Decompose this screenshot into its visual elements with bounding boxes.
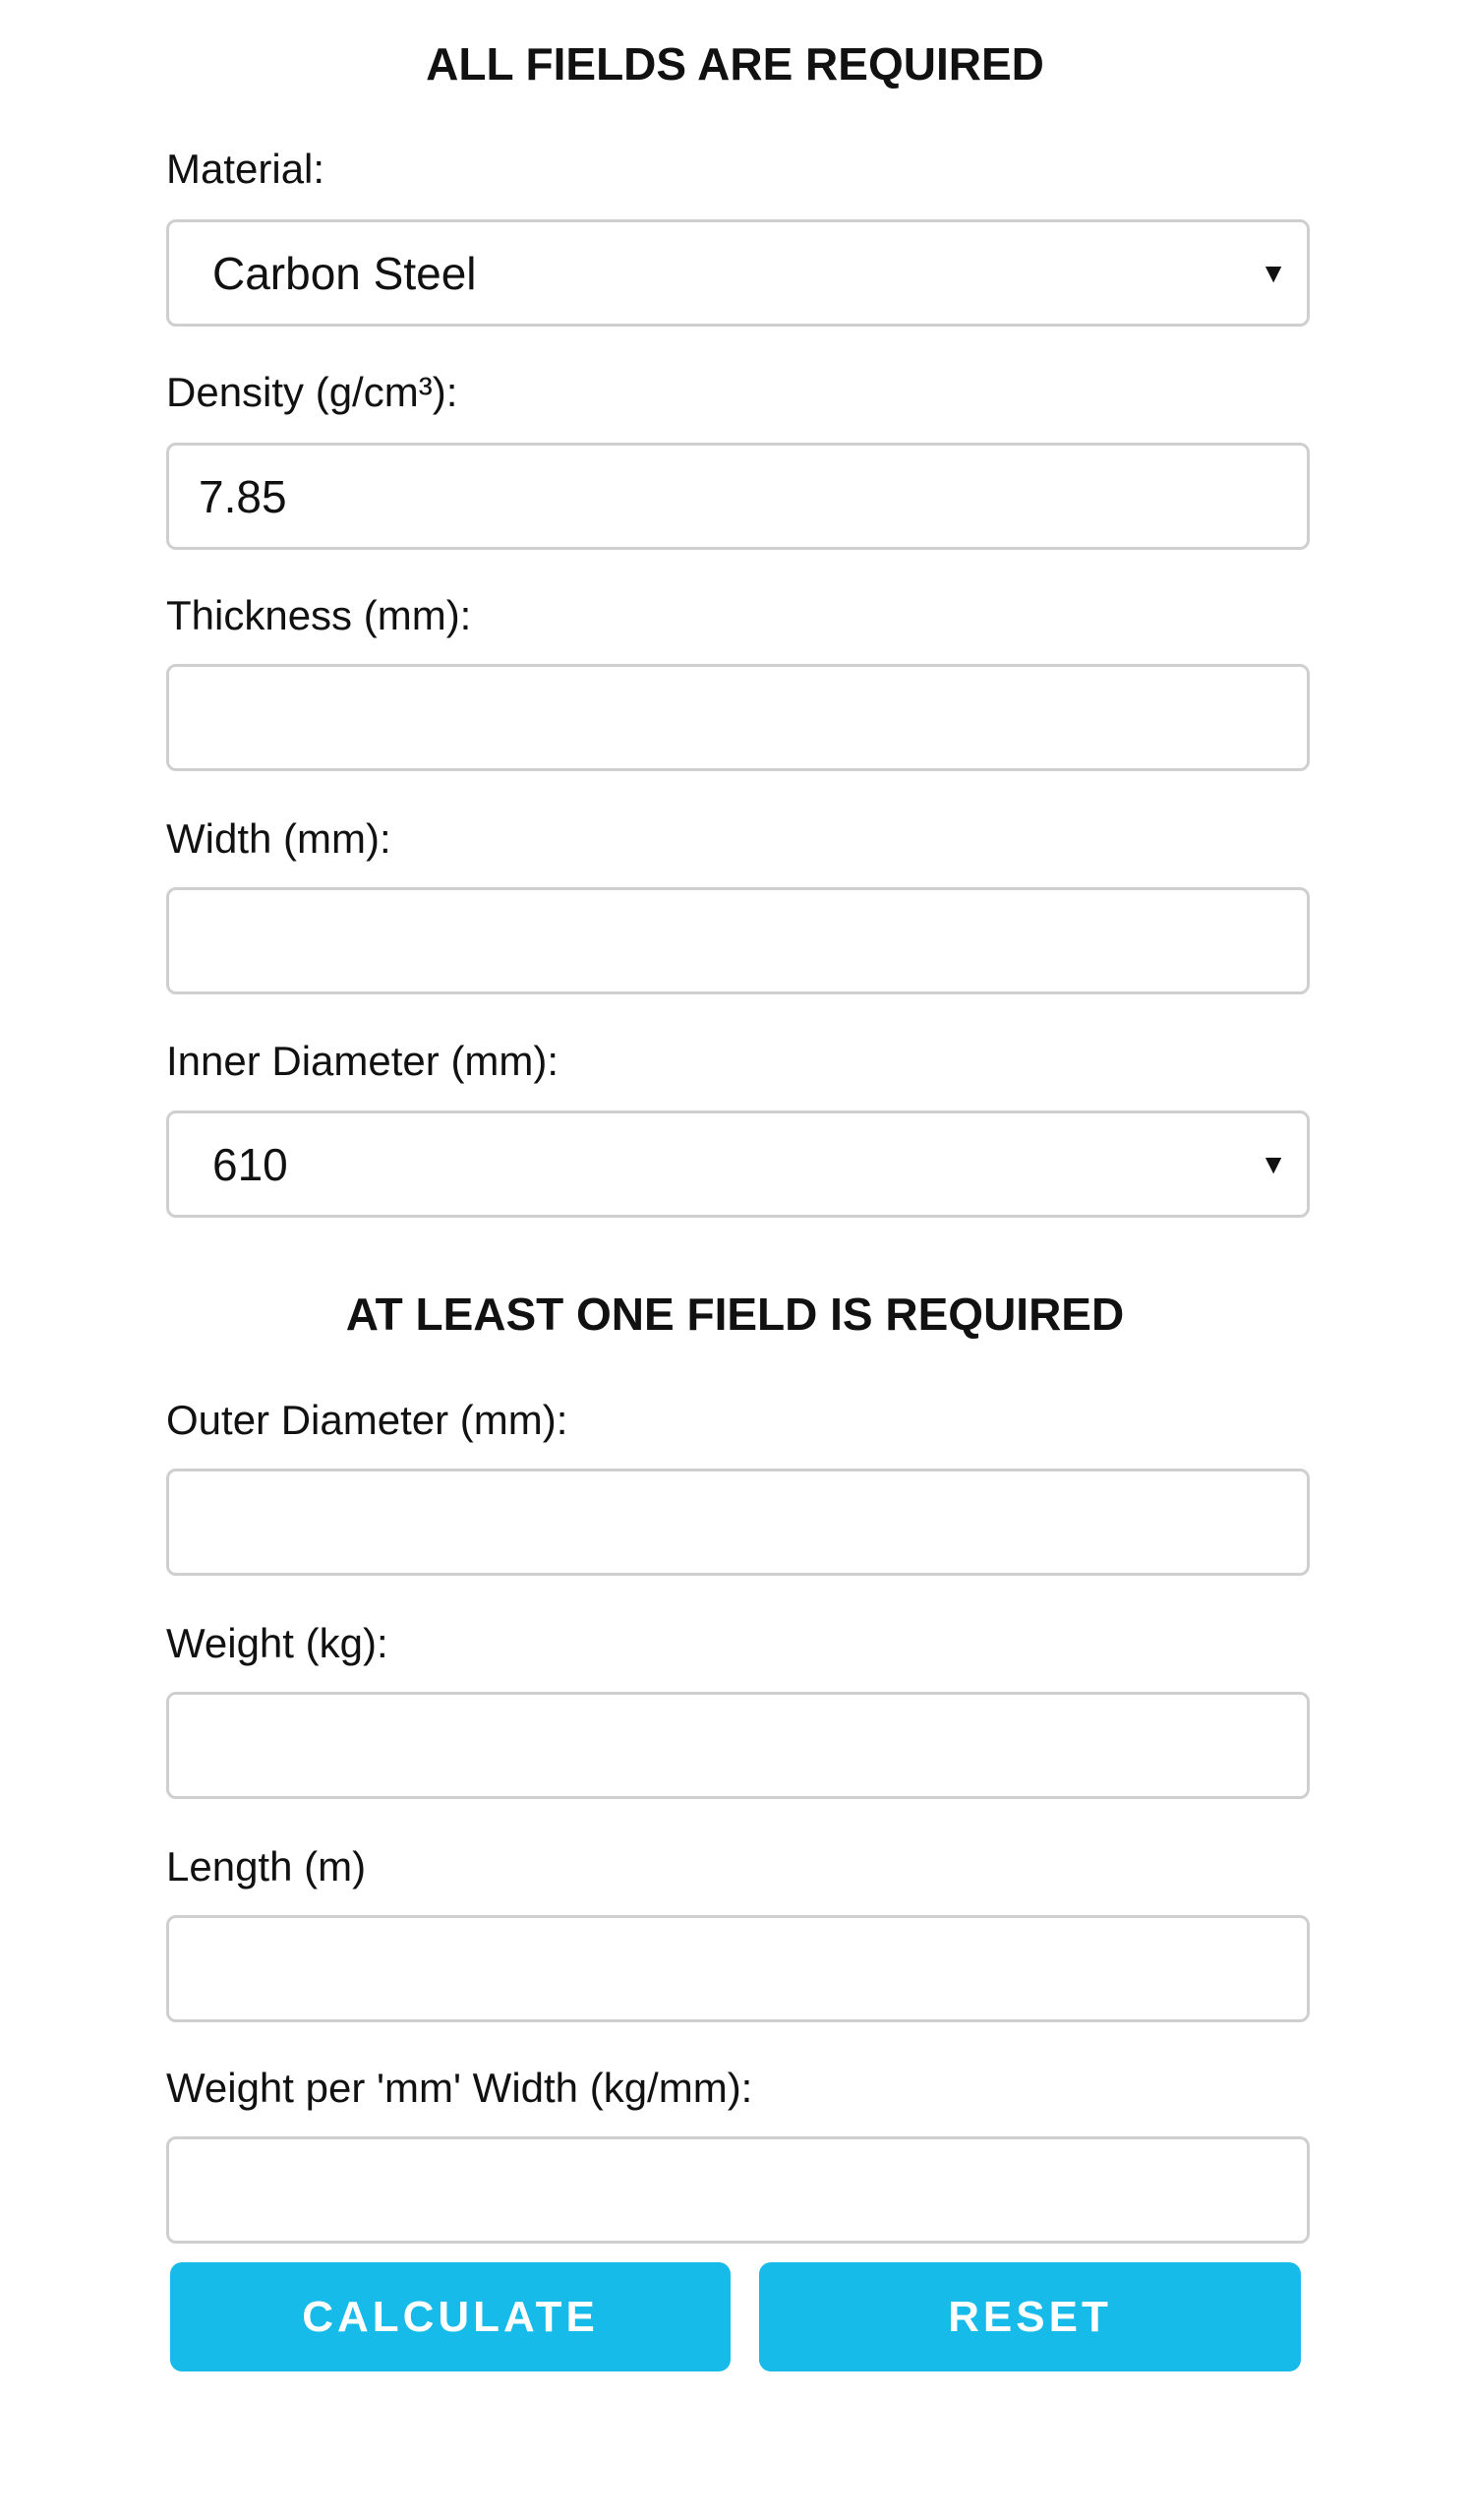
- material-label: Material:: [166, 146, 325, 192]
- length-input[interactable]: [166, 1915, 1310, 2022]
- inner-diameter-selected-value: 610: [212, 1138, 288, 1190]
- outer-diameter-label: Outer Diameter (mm):: [166, 1397, 568, 1443]
- inner-diameter-label: Inner Diameter (mm):: [166, 1038, 559, 1084]
- weight-per-mm-input[interactable]: [166, 2136, 1310, 2244]
- weight-input[interactable]: [166, 1692, 1310, 1799]
- material-selected-value: Carbon Steel: [212, 247, 477, 299]
- outer-diameter-input[interactable]: [166, 1469, 1310, 1576]
- weight-per-mm-label: Weight per 'mm' Width (kg/mm):: [166, 2065, 753, 2111]
- width-label: Width (mm):: [166, 815, 391, 862]
- inner-diameter-select[interactable]: 610 ▼: [166, 1110, 1310, 1218]
- reset-button[interactable]: RESET: [759, 2262, 1301, 2371]
- calculate-button[interactable]: CALCULATE: [170, 2262, 731, 2371]
- material-select[interactable]: Carbon Steel ▼: [166, 219, 1310, 327]
- thickness-input[interactable]: [166, 664, 1310, 771]
- length-label: Length (m): [166, 1843, 367, 1890]
- width-input[interactable]: [166, 887, 1310, 994]
- weight-label: Weight (kg):: [166, 1620, 388, 1666]
- density-label: Density (g/cm³):: [166, 369, 458, 415]
- thickness-label: Thickness (mm):: [166, 592, 472, 638]
- dropdown-arrow-icon: ▼: [1260, 1148, 1287, 1179]
- density-input[interactable]: [166, 443, 1310, 550]
- at-least-one-required-heading: AT LEAST ONE FIELD IS REQUIRED: [345, 1289, 1125, 1340]
- all-fields-required-heading: ALL FIELDS ARE REQUIRED: [426, 38, 1044, 90]
- dropdown-arrow-icon: ▼: [1260, 257, 1287, 288]
